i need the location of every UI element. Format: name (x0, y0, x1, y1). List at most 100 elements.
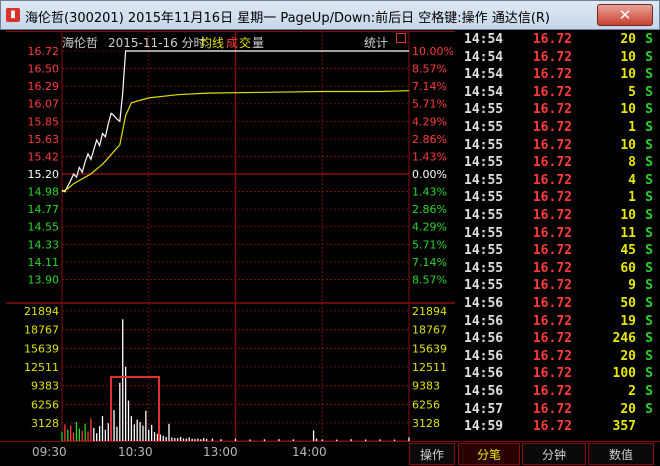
tick-direction: S (645, 67, 653, 83)
tab-values[interactable]: 数值 (588, 443, 654, 465)
title-bar: ▮ 海伦哲(300201) 2015年11月16日 星期一 PageUp/Dow… (0, 0, 660, 30)
price-tick-label: 13.90 (28, 273, 60, 286)
tick-direction: S (645, 278, 653, 294)
tick-time: 14:57 (464, 401, 504, 417)
chart-svg: 16.72 10.00% 16.50 8.57% 16.29 7.14% 16.07 5.71… (6, 31, 455, 441)
tick-volume: 100 (612, 366, 636, 382)
volume-tick-label: 15639 (24, 342, 59, 355)
tick-time: 14:54 (464, 67, 504, 83)
time-label: 14:00 (292, 445, 327, 459)
tick-price: 16.72 (532, 313, 572, 329)
price-tick-label: 15.63 (28, 133, 60, 146)
tick-row[interactable]: 14:59 16.72 357 (458, 419, 660, 439)
tick-price: 16.72 (532, 190, 572, 206)
tick-volume: 246 (612, 331, 636, 347)
volume-tick-label-right: 9383 (412, 380, 440, 393)
pct-tick-label: 2.86% (412, 203, 447, 216)
tick-time: 14:55 (464, 260, 504, 276)
tick-time: 14:56 (464, 366, 504, 382)
tick-direction: S (645, 102, 653, 118)
tick-time: 14:54 (464, 49, 504, 65)
price-tick-label: 14.55 (28, 221, 60, 234)
price-tick-label: 14.98 (28, 186, 60, 199)
tick-volume: 50 (620, 296, 636, 311)
tick-time: 14:55 (464, 208, 504, 223)
pct-tick-label: 7.14% (412, 256, 447, 269)
volume-tick-label-right: 21894 (412, 305, 447, 318)
time-label: 09:30 (32, 445, 67, 459)
tick-direction: S (645, 331, 653, 347)
volume-tick-label: 12511 (24, 361, 59, 374)
tab-ticks[interactable]: 分笔 (458, 443, 520, 465)
tick-direction: S (645, 32, 653, 47)
pct-tick-label: 8.57% (412, 63, 447, 76)
tick-price: 16.72 (532, 366, 572, 382)
tick-time: 14:56 (464, 313, 504, 329)
tick-direction: S (645, 366, 653, 382)
pct-tick-label: 8.57% (412, 273, 447, 286)
time-label: 10:30 (118, 445, 153, 459)
price-tick-label: 14.33 (28, 238, 60, 251)
tick-price: 16.72 (532, 225, 572, 241)
chart-stock-name: 海伦哲 (62, 36, 99, 50)
volume-tick-label-right: 18767 (412, 324, 447, 337)
tick-time: 14:56 (464, 296, 504, 311)
pct-tick-label: 2.86% (412, 133, 447, 146)
tick-time: 14:56 (464, 348, 504, 364)
tick-volume: 11 (620, 225, 636, 241)
tick-price: 16.72 (532, 67, 572, 83)
tab-minutes[interactable]: 分钟 (522, 443, 586, 465)
tick-price: 16.72 (532, 243, 572, 259)
tick-volume: 8 (628, 155, 636, 171)
tick-volume: 357 (612, 419, 636, 435)
stats-button[interactable]: 统计 (364, 34, 388, 51)
pct-tick-label: 7.14% (412, 80, 447, 93)
price-tick-label: 15.42 (28, 150, 60, 163)
tick-direction: S (645, 313, 653, 329)
price-tick-label: 14.11 (28, 256, 60, 269)
tick-time: 14:55 (464, 172, 504, 188)
close-button[interactable]: ✕ (597, 4, 653, 26)
tick-volume: 20 (620, 32, 636, 47)
stats-toggle-icon[interactable] (396, 33, 406, 43)
pct-tick-label: 0.00% (412, 168, 447, 181)
tick-time: 14:55 (464, 190, 504, 206)
pct-tick-label: 1.43% (412, 150, 447, 163)
tick-direction: S (645, 190, 653, 206)
tick-time: 14:55 (464, 243, 504, 259)
tick-price: 16.72 (532, 102, 572, 118)
tick-price: 16.72 (532, 120, 572, 135)
tick-price: 16.72 (532, 296, 572, 311)
legend-avg-line: 均线 (200, 36, 225, 50)
tab-operate[interactable]: 操作 (409, 443, 455, 465)
volume-tick-label: 18767 (24, 324, 59, 337)
tick-volume: 10 (620, 102, 636, 118)
pct-tick-label: 10.00% (412, 45, 454, 58)
tick-time: 14:56 (464, 384, 504, 399)
volume-tick-label: 6256 (31, 398, 59, 411)
volume-tick-label-right: 6256 (412, 398, 440, 411)
tick-price: 16.72 (532, 260, 572, 276)
tick-price: 16.72 (532, 155, 572, 171)
tick-direction: S (645, 296, 653, 311)
legend-volume: 量 (252, 36, 265, 50)
tick-time: 14:54 (464, 32, 504, 47)
price-tick-label: 15.20 (28, 168, 60, 181)
price-tick-label: 16.29 (28, 80, 60, 93)
intraday-chart[interactable]: 16.72 10.00% 16.50 8.57% 16.29 7.14% 16.07 5.71… (6, 31, 455, 441)
tick-price: 16.72 (532, 401, 572, 417)
volume-tick-label-right: 12511 (412, 361, 447, 374)
tick-volume: 10 (620, 49, 636, 65)
price-tick-label: 16.07 (28, 98, 60, 111)
tick-volume: 10 (620, 137, 636, 153)
tick-direction: S (645, 49, 653, 65)
tick-list[interactable]: 14:54 16.72 20 S 14:54 16.72 10 S 14:54 16.72 10 S 1… (458, 31, 660, 441)
volume-tick-label: 9383 (31, 380, 59, 393)
tick-time: 14:56 (464, 331, 504, 347)
pct-tick-label: 5.71% (412, 238, 447, 251)
tick-price: 16.72 (532, 331, 572, 347)
tick-volume: 9 (628, 278, 636, 294)
tick-volume: 10 (620, 67, 636, 83)
window-title: 海伦哲(300201) 2015年11月16日 星期一 PageUp/Down:… (25, 11, 550, 26)
tick-time: 14:55 (464, 137, 504, 153)
